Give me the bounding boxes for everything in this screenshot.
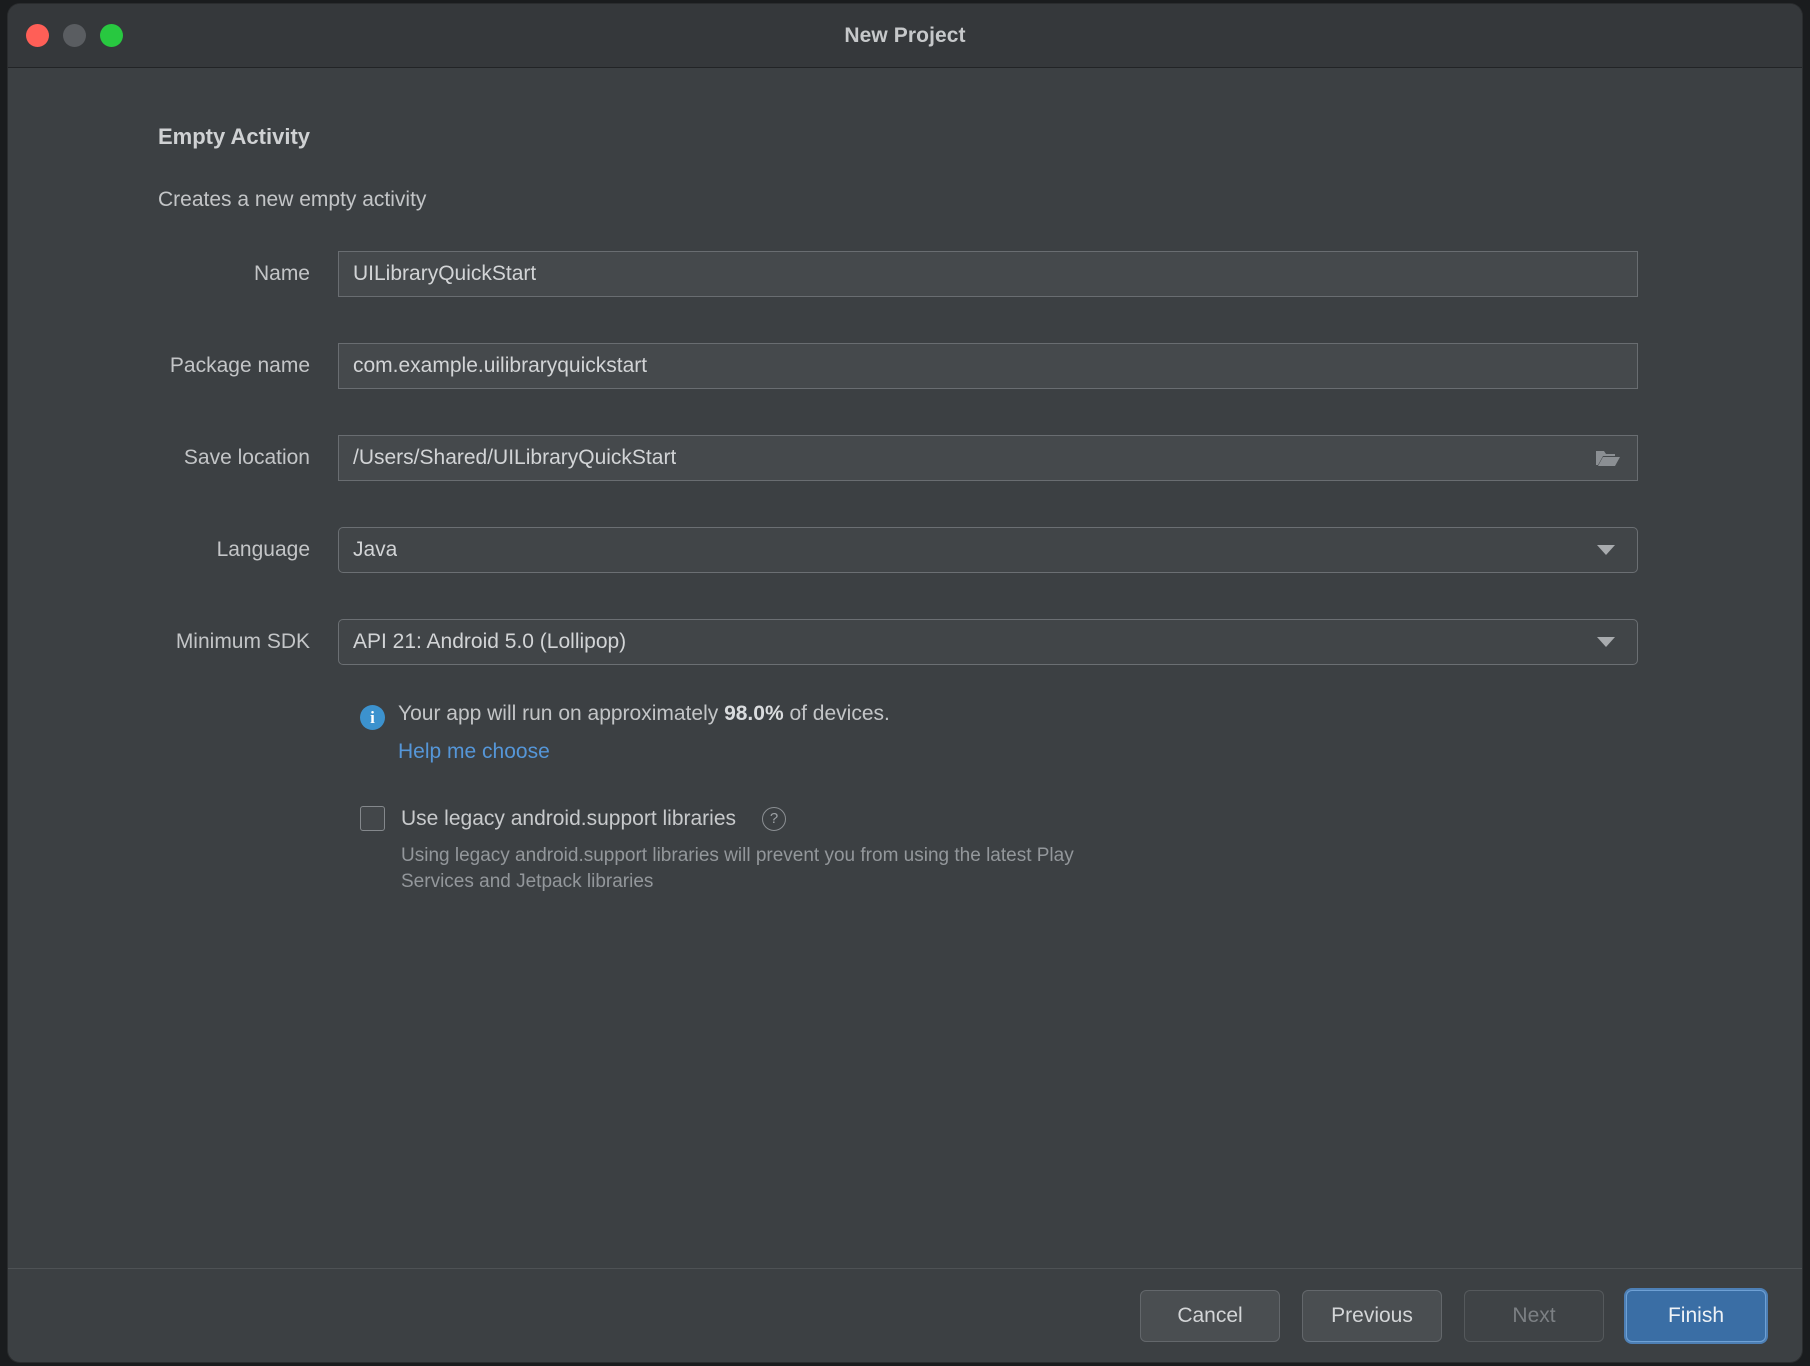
- language-dropdown[interactable]: Java: [338, 527, 1638, 573]
- save-location-value: /Users/Shared/UILibraryQuickStart: [353, 446, 677, 469]
- device-coverage-text: Your app will run on approximately 98.0%…: [398, 702, 890, 726]
- label-language: Language: [216, 538, 310, 561]
- project-name-value: UILibraryQuickStart: [353, 262, 537, 285]
- legacy-libraries-row[interactable]: Use legacy android.support libraries ?: [360, 806, 1802, 831]
- form-row-package-name: Package name com.example.uilibraryquicks…: [8, 342, 1802, 390]
- label-minimum-sdk: Minimum SDK: [175, 630, 310, 653]
- legacy-libraries-checkbox[interactable]: [360, 806, 385, 831]
- form-row-language: Language Java: [8, 526, 1802, 574]
- save-location-input[interactable]: /Users/Shared/UILibraryQuickStart: [338, 435, 1638, 481]
- new-project-dialog: New Project Empty Activity Creates a new…: [8, 4, 1802, 1362]
- cancel-button[interactable]: Cancel: [1140, 1289, 1280, 1342]
- legacy-libraries-description: Using legacy android.support libraries w…: [401, 845, 1074, 892]
- language-value: Java: [353, 538, 398, 561]
- coverage-percent: 98.0%: [724, 702, 784, 725]
- project-name-input[interactable]: UILibraryQuickStart: [338, 251, 1638, 297]
- form-row-minimum-sdk: Minimum SDK API 21: Android 5.0 (Lollipo…: [8, 618, 1802, 666]
- package-name-value: com.example.uilibraryquickstart: [353, 354, 648, 377]
- help-me-choose-link[interactable]: Help me choose: [398, 740, 550, 764]
- info-icon: i: [360, 705, 385, 730]
- coverage-text-after: of devices.: [783, 702, 890, 725]
- folder-icon[interactable]: [1595, 448, 1621, 468]
- help-icon[interactable]: ?: [762, 806, 787, 831]
- chevron-down-icon[interactable]: [1597, 637, 1615, 647]
- label-save-location: Save location: [183, 446, 310, 469]
- minimize-window-button[interactable]: [63, 24, 86, 47]
- label-package-name: Package name: [169, 354, 310, 377]
- page-title: Empty Activity: [158, 124, 311, 149]
- dialog-body: Empty Activity Creates a new empty activ…: [8, 68, 1802, 1268]
- minimum-sdk-value: API 21: Android 5.0 (Lollipop): [353, 630, 627, 653]
- page-subtitle: Creates a new empty activity: [158, 188, 427, 211]
- finish-button[interactable]: Finish: [1626, 1289, 1766, 1342]
- coverage-text-before: Your app will run on approximately: [398, 702, 725, 725]
- form-row-save-location: Save location /Users/Shared/UILibraryQui…: [8, 434, 1802, 482]
- maximize-window-button[interactable]: [100, 24, 123, 47]
- close-window-button[interactable]: [26, 24, 49, 47]
- legacy-libraries-label: Use legacy android.support libraries: [401, 806, 737, 830]
- next-button: Next: [1464, 1289, 1604, 1342]
- legacy-libraries-section: Use legacy android.support libraries ? U…: [360, 806, 1802, 894]
- window-controls: [26, 24, 123, 47]
- project-form: Name UILibraryQuickStart Package name co…: [8, 250, 1802, 666]
- window-title: New Project: [844, 23, 966, 47]
- device-coverage-line: i Your app will run on approximately 98.…: [360, 702, 1802, 730]
- title-bar: New Project: [8, 4, 1802, 68]
- package-name-input[interactable]: com.example.uilibraryquickstart: [338, 343, 1638, 389]
- chevron-down-icon[interactable]: [1597, 545, 1615, 555]
- minimum-sdk-dropdown[interactable]: API 21: Android 5.0 (Lollipop): [338, 619, 1638, 665]
- label-name: Name: [253, 262, 310, 285]
- form-row-name: Name UILibraryQuickStart: [8, 250, 1802, 298]
- previous-button[interactable]: Previous: [1302, 1289, 1442, 1342]
- device-coverage-info: i Your app will run on approximately 98.…: [360, 702, 1802, 764]
- dialog-footer: Cancel Previous Next Finish: [8, 1268, 1802, 1362]
